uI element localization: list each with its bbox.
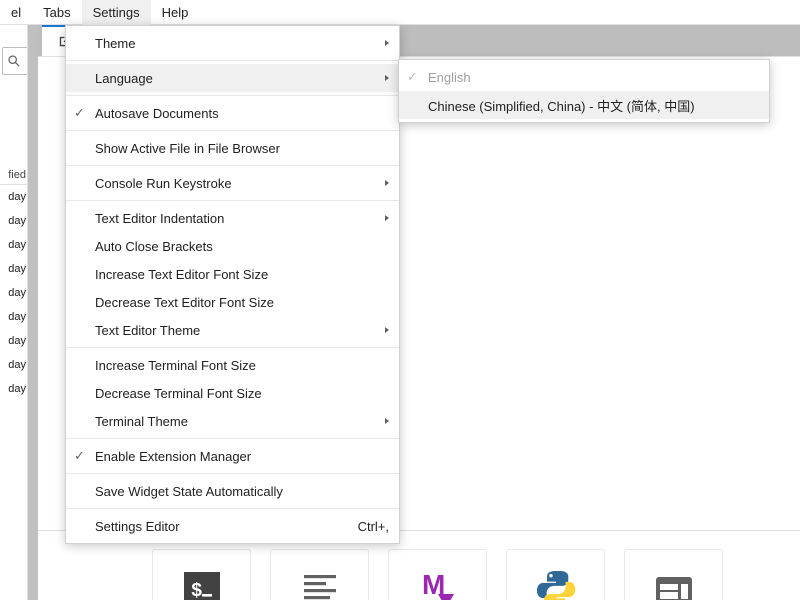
chevron-right-icon (385, 204, 389, 232)
menu-item-text-editor-indentation[interactable]: Text Editor Indentation (66, 204, 399, 232)
chevron-right-icon (385, 316, 389, 344)
menubar-item-help[interactable]: Help (151, 0, 200, 25)
menu-item-settings-editor[interactable]: Settings Editor Ctrl+, (66, 512, 399, 540)
language-option-chinese-simplified[interactable]: Chinese (Simplified, China) - 中文 (简体, 中国… (399, 91, 769, 119)
file-browser-row[interactable]: day (0, 185, 28, 209)
search-input[interactable] (2, 47, 28, 75)
menu-separator (66, 165, 399, 166)
menu-item-language[interactable]: Language (66, 64, 399, 92)
python-file-icon (534, 568, 578, 600)
chevron-right-icon (385, 29, 389, 57)
file-browser-row[interactable]: day (0, 257, 28, 281)
menu-separator (66, 200, 399, 201)
menu-item-label: Theme (95, 36, 389, 51)
file-browser-row[interactable]: day (0, 377, 28, 401)
file-browser-panel: fied daydaydaydaydaydaydaydayday (0, 25, 28, 600)
menu-item-label: Save Widget State Automatically (95, 484, 389, 499)
menu-item-show-active-file-in-file-browser[interactable]: Show Active File in File Browser (66, 134, 399, 162)
launcher-card-text-file[interactable]: Text File (270, 549, 369, 600)
search-icon (7, 54, 21, 68)
settings-menu: Theme Language ✓ Autosave Documents Show Act… (65, 25, 400, 544)
menu-separator (66, 508, 399, 509)
language-option-label: English (428, 70, 759, 85)
contextual-help-icon (648, 564, 700, 600)
menu-item-label: Autosave Documents (95, 106, 389, 121)
menu-separator (66, 347, 399, 348)
language-submenu: ✓ English Chinese (Simplified, China) - 中文… (398, 59, 770, 123)
menu-item-autosave-documents[interactable]: ✓ Autosave Documents (66, 99, 399, 127)
menu-separator (66, 130, 399, 131)
svg-text:$: $ (191, 580, 202, 600)
menu-item-label: Decrease Text Editor Font Size (95, 295, 389, 310)
contextual-help-icon (652, 568, 696, 600)
menubar-item-settings[interactable]: Settings (82, 0, 151, 25)
launcher-card-row: $Terminal Text File MMarkdown File Python F… (152, 549, 723, 600)
menu-item-save-widget-state-automatically[interactable]: Save Widget State Automatically (66, 477, 399, 505)
file-browser-row[interactable]: day (0, 305, 28, 329)
menu-item-text-editor-theme[interactable]: Text Editor Theme (66, 316, 399, 344)
terminal-icon: $ (176, 564, 228, 600)
file-browser-row[interactable]: day (0, 281, 28, 305)
file-browser-column-modified[interactable]: fied (0, 165, 28, 185)
panel-splitter[interactable] (28, 25, 38, 600)
launcher-card-show[interactable]: Show (624, 549, 723, 600)
text-file-icon (294, 564, 346, 600)
file-browser-row[interactable]: day (0, 233, 28, 257)
menu-item-terminal-theme[interactable]: Terminal Theme (66, 407, 399, 435)
menu-item-shortcut: Ctrl+, (358, 519, 389, 534)
menu-item-label: Enable Extension Manager (95, 449, 389, 464)
menu-item-label: Decrease Terminal Font Size (95, 386, 389, 401)
menu-separator (66, 473, 399, 474)
menu-item-label: Show Active File in File Browser (95, 141, 389, 156)
menubar-item-kernel[interactable]: el (0, 0, 32, 25)
menubar-item-label: Tabs (43, 5, 70, 20)
menu-item-increase-text-editor-font-size[interactable]: Increase Text Editor Font Size (66, 260, 399, 288)
language-option-label: Chinese (Simplified, China) - 中文 (简体, 中国… (428, 96, 759, 115)
menu-separator (66, 95, 399, 96)
text-file-icon (298, 568, 342, 600)
launcher-card-terminal[interactable]: $Terminal (152, 549, 251, 600)
markdown-file-icon: M (416, 568, 460, 600)
launcher-card-python-file[interactable]: Python File (506, 549, 605, 600)
file-browser-row[interactable]: day (0, 209, 28, 233)
menu-item-label: Terminal Theme (95, 414, 389, 429)
menu-item-increase-terminal-font-size[interactable]: Increase Terminal Font Size (66, 351, 399, 379)
menu-item-label: Settings Editor (95, 519, 342, 534)
menu-item-label: Text Editor Theme (95, 323, 389, 338)
menu-item-label: Console Run Keystroke (95, 176, 389, 191)
menubar-item-label: Help (162, 5, 189, 20)
menu-item-label: Language (95, 71, 389, 86)
menubar-item-tabs[interactable]: Tabs (32, 0, 81, 25)
menu-item-console-run-keystroke[interactable]: Console Run Keystroke (66, 169, 399, 197)
menu-item-label: Text Editor Indentation (95, 211, 389, 226)
python-file-icon (530, 564, 582, 600)
menu-separator (66, 438, 399, 439)
menu-bar: el Tabs Settings Help (0, 0, 800, 25)
checkmark-icon: ✓ (74, 442, 85, 470)
menu-item-auto-close-brackets[interactable]: Auto Close Brackets (66, 232, 399, 260)
menu-item-decrease-text-editor-font-size[interactable]: Decrease Text Editor Font Size (66, 288, 399, 316)
file-browser-row[interactable]: day (0, 353, 28, 377)
menu-item-enable-extension-manager[interactable]: ✓ Enable Extension Manager (66, 442, 399, 470)
launcher-card-markdown-file[interactable]: MMarkdown File (388, 549, 487, 600)
terminal-icon: $ (180, 568, 224, 600)
file-browser-row[interactable]: day (0, 329, 28, 353)
chevron-right-icon (385, 407, 389, 435)
menubar-item-label: el (11, 5, 21, 20)
file-browser-toolbar (0, 43, 28, 81)
menu-item-label: Increase Text Editor Font Size (95, 267, 389, 282)
checkmark-icon: ✓ (407, 63, 418, 91)
menu-item-decrease-terminal-font-size[interactable]: Decrease Terminal Font Size (66, 379, 399, 407)
language-option-english: ✓ English (399, 63, 769, 91)
chevron-right-icon (385, 169, 389, 197)
jupyterlab-window: el Tabs Settings Help fied daydaydaydayd… (0, 0, 800, 600)
menu-item-label: Auto Close Brackets (95, 239, 389, 254)
chevron-right-icon (385, 64, 389, 92)
menu-item-theme[interactable]: Theme (66, 29, 399, 57)
menu-separator (66, 60, 399, 61)
menubar-item-label: Settings (93, 5, 140, 20)
markdown-file-icon: M (412, 564, 464, 600)
checkmark-icon: ✓ (74, 99, 85, 127)
menu-item-label: Increase Terminal Font Size (95, 358, 389, 373)
